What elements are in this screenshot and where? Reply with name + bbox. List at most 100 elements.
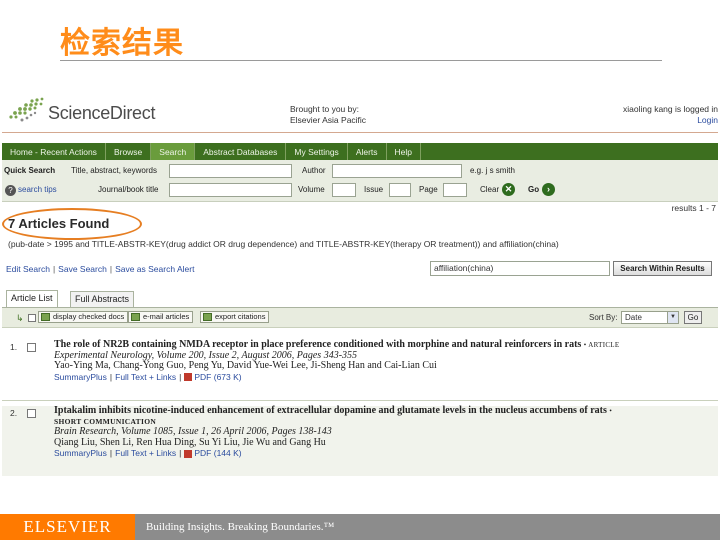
author-label: Author: [302, 166, 326, 175]
result-checkbox[interactable]: [27, 343, 36, 352]
brought-to-you-by: Brought to you by: Elsevier Asia Pacific: [290, 104, 366, 126]
result-source: Brain Research, Volume 1085, Issue 1, 26…: [54, 426, 332, 437]
export-icon: [203, 313, 212, 321]
journal-input[interactable]: [169, 183, 292, 197]
export-citations-button[interactable]: export citations: [200, 311, 270, 323]
clear-icon[interactable]: ✕: [502, 183, 515, 196]
pdf-link[interactable]: PDF (144 K): [194, 448, 241, 458]
highlight-oval: [2, 208, 142, 240]
separator: |: [179, 448, 182, 458]
summaryplus-link[interactable]: SummaryPlus: [54, 448, 107, 458]
help-icon[interactable]: ?: [5, 185, 16, 196]
clear-label[interactable]: Clear: [480, 185, 499, 194]
sort-by-label: Sort By:: [589, 313, 618, 322]
separator: |: [179, 371, 182, 382]
footer-tagline: Building Insights. Breaking Boundaries.™: [146, 521, 335, 533]
summaryplus-link[interactable]: SummaryPlus: [54, 372, 107, 382]
result-links: SummaryPlus | Full Text + Links | PDF (144 K…: [54, 448, 714, 459]
footer-bar: ELSEVIER Building Insights. Breaking Bou…: [0, 514, 720, 540]
search-within-button[interactable]: Search Within Results: [613, 261, 712, 276]
header-divider: [2, 132, 718, 133]
quick-search-panel: Quick Search Title, abstract, keywords A…: [2, 160, 718, 202]
logged-in-text: xiaoling kang is logged in: [623, 104, 718, 114]
result-title[interactable]: Iptakalim inhibits nicotine-induced enha…: [54, 405, 607, 416]
separator: |: [109, 448, 113, 458]
pdf-icon: [184, 449, 193, 458]
result-divider: [2, 400, 718, 401]
result-title-line: The role of NR2B containing NMDA recepto…: [54, 339, 714, 351]
result-title-line: Iptakalim inhibits nicotine-induced enha…: [54, 405, 714, 417]
quick-search-label: Quick Search: [4, 166, 56, 175]
nav-browse[interactable]: Browse: [106, 143, 152, 160]
separator: |: [109, 371, 113, 382]
sort-go-button[interactable]: Go: [684, 311, 702, 324]
result-authors: Yao-Ying Ma, Chang-Yong Guo, Peng Yu, Da…: [54, 360, 437, 371]
login-link[interactable]: Login: [623, 115, 718, 126]
result-number: 1.: [10, 342, 18, 352]
author-input[interactable]: [332, 164, 462, 178]
search-within-input[interactable]: affiliation(china): [430, 261, 610, 276]
nav-search[interactable]: Search: [151, 143, 196, 160]
nav-alerts[interactable]: Alerts: [348, 143, 387, 160]
result-authors: Qiang Liu, Shen Li, Ren Hua Ding, Su Yi …: [54, 436, 326, 448]
sciencedirect-logo[interactable]: ScienceDirect: [6, 96, 166, 126]
save-alert-link[interactable]: Save as Search Alert: [115, 264, 194, 274]
result-item: 2. Iptakalim inhibits nicotine-induced e…: [2, 405, 718, 476]
go-label[interactable]: Go: [528, 185, 539, 194]
title-divider: [60, 60, 662, 61]
results-toolbar: ↳ display checked docs e-mail articles e…: [2, 308, 718, 328]
nav-help[interactable]: Help: [387, 143, 422, 160]
tab-article-list[interactable]: Article List: [6, 290, 58, 308]
volume-label: Volume: [298, 185, 325, 194]
separator: |: [109, 264, 113, 274]
logo-text: ScienceDirect: [48, 103, 156, 123]
separator: |: [52, 264, 56, 274]
select-arrow-icon: ↳: [16, 313, 24, 323]
pdf-link[interactable]: PDF (673 K): [194, 372, 241, 382]
results-count: results 1 - 7: [671, 203, 716, 213]
result-title[interactable]: The role of NR2B containing NMDA recepto…: [54, 339, 581, 350]
keywords-input[interactable]: [169, 164, 292, 178]
display-checked-button[interactable]: display checked docs: [38, 311, 129, 323]
search-query: (pub-date > 1995 and TITLE-ABSTR-KEY(dru…: [8, 239, 559, 249]
result-doctype: •: [609, 407, 613, 415]
page-label: Page: [419, 185, 438, 194]
sort-select[interactable]: Date ▼: [621, 311, 679, 324]
export-citations-label: export citations: [215, 312, 266, 321]
result-item: 1. The role of NR2B containing NMDA rece…: [2, 339, 718, 400]
go-arrow-icon[interactable]: ›: [542, 183, 555, 196]
page-input[interactable]: [443, 183, 467, 197]
result-checkbox[interactable]: [27, 409, 36, 418]
search-actions: Edit Search | Save Search | Save as Search A…: [6, 264, 194, 274]
display-docs-icon: [41, 313, 50, 321]
save-search-link[interactable]: Save Search: [58, 264, 107, 274]
full-text-link[interactable]: Full Text + Links: [115, 372, 176, 382]
pdf-icon: [184, 373, 193, 382]
nav-home[interactable]: Home - Recent Actions: [2, 143, 106, 160]
result-content: Iptakalim inhibits nicotine-induced enha…: [54, 405, 714, 459]
result-content: The role of NR2B containing NMDA recepto…: [54, 339, 714, 383]
display-checked-label: display checked docs: [53, 312, 125, 321]
edit-search-link[interactable]: Edit Search: [6, 264, 50, 274]
email-articles-button[interactable]: e-mail articles: [128, 311, 194, 323]
user-info: xiaoling kang is logged in Login: [623, 104, 718, 126]
result-links: SummaryPlus | Full Text + Links | PDF (673 K…: [54, 372, 714, 383]
email-icon: [131, 313, 140, 321]
result-number: 2.: [10, 408, 18, 418]
sort-value: Date: [625, 313, 642, 322]
email-articles-label: e-mail articles: [143, 312, 190, 321]
issue-input[interactable]: [389, 183, 411, 197]
search-tips-link[interactable]: search tips: [18, 185, 57, 194]
volume-input[interactable]: [332, 183, 356, 197]
nav-abstract-databases[interactable]: Abstract Databases: [195, 143, 287, 160]
nav-my-settings[interactable]: My Settings: [286, 143, 348, 160]
author-example: e.g. j s smith: [470, 166, 515, 175]
main-nav: Home - Recent Actions Browse Search Abst…: [2, 143, 718, 160]
logo-dots-icon: [9, 97, 44, 122]
select-all-checkbox[interactable]: [28, 314, 36, 322]
elsevier-logo: ELSEVIER: [0, 514, 135, 540]
brought-line-1: Brought to you by:: [290, 104, 359, 114]
full-text-link[interactable]: Full Text + Links: [115, 448, 176, 458]
keywords-label: Title, abstract, keywords: [71, 166, 157, 175]
tab-full-abstracts[interactable]: Full Abstracts: [70, 291, 135, 307]
